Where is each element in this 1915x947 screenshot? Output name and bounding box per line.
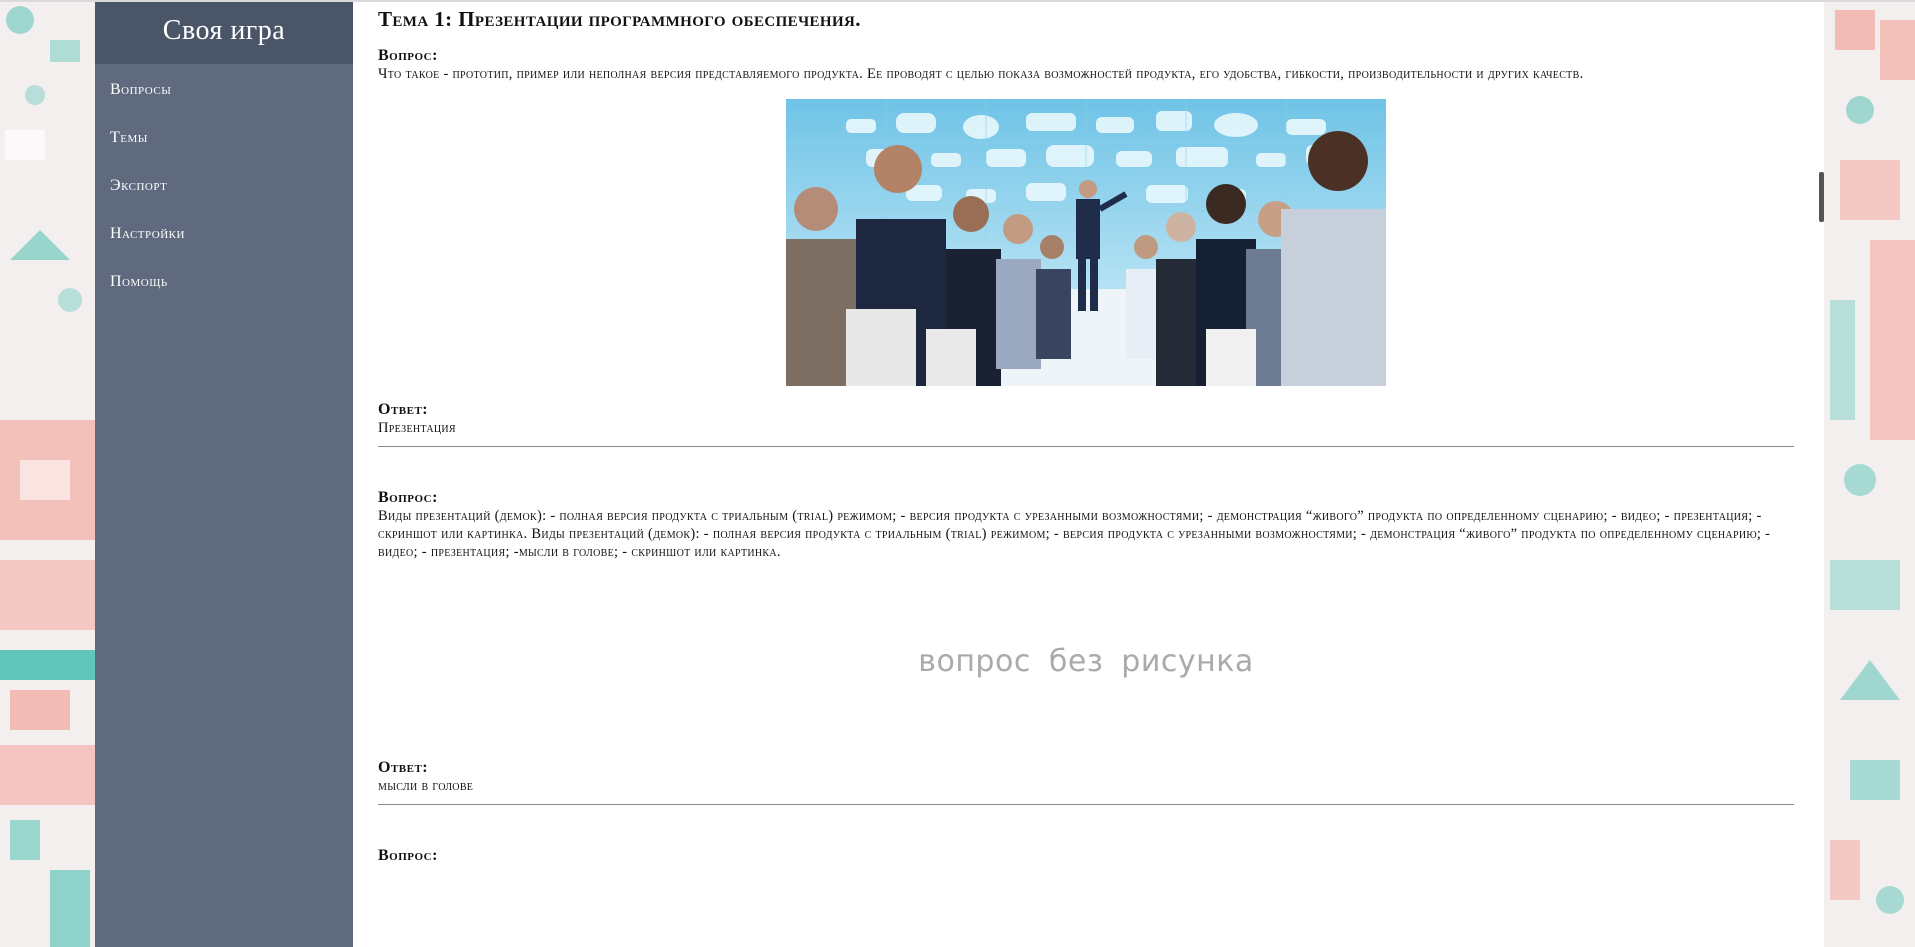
- question-divider: [378, 804, 1794, 805]
- sidebar-item-export[interactable]: Экспорт: [95, 162, 353, 210]
- main-content[interactable]: Тема 1: Презентации программного обеспеч…: [353, 2, 1824, 947]
- question-card: Вопрос: Что такое - прототип, пример или…: [378, 47, 1794, 447]
- question-label: Вопрос:: [378, 847, 438, 864]
- theme-title: Тема 1: Презентации программного обеспеч…: [378, 7, 861, 31]
- question-card: Вопрос: Виды презентаций (демок): - полн…: [378, 489, 1794, 805]
- app-title: Своя игра: [95, 2, 353, 64]
- question-text: Что такое - прототип, пример или неполна…: [378, 66, 1584, 82]
- sidebar-item-questions[interactable]: Вопросы: [95, 66, 353, 114]
- answer-text: мысли в голове: [378, 778, 474, 794]
- question-label: Вопрос:: [378, 489, 438, 506]
- sidebar-item-themes[interactable]: Темы: [95, 114, 353, 162]
- answer-text: Презентация: [378, 420, 456, 436]
- question-image: [786, 99, 1386, 386]
- sidebar-item-settings[interactable]: Настройки: [95, 210, 353, 258]
- answer-label: Ответ:: [378, 759, 429, 776]
- question-divider: [378, 446, 1794, 447]
- question-card: Вопрос:: [378, 847, 1794, 865]
- scrollbar-thumb[interactable]: [1819, 172, 1824, 222]
- question-label: Вопрос:: [378, 47, 438, 64]
- answer-label: Ответ:: [378, 401, 429, 418]
- sidebar-item-help[interactable]: Помощь: [95, 258, 353, 306]
- app-window: Своя игра Вопросы Темы Экспорт Настройки…: [0, 0, 1915, 947]
- no-image-placeholder: вопрос без рисунка: [918, 643, 1254, 679]
- sidebar-nav: Вопросы Темы Экспорт Настройки Помощь: [95, 66, 353, 306]
- sidebar: Своя игра Вопросы Темы Экспорт Настройки…: [95, 2, 353, 947]
- question-text: Виды презентаций (демок): - полная верси…: [378, 508, 1771, 560]
